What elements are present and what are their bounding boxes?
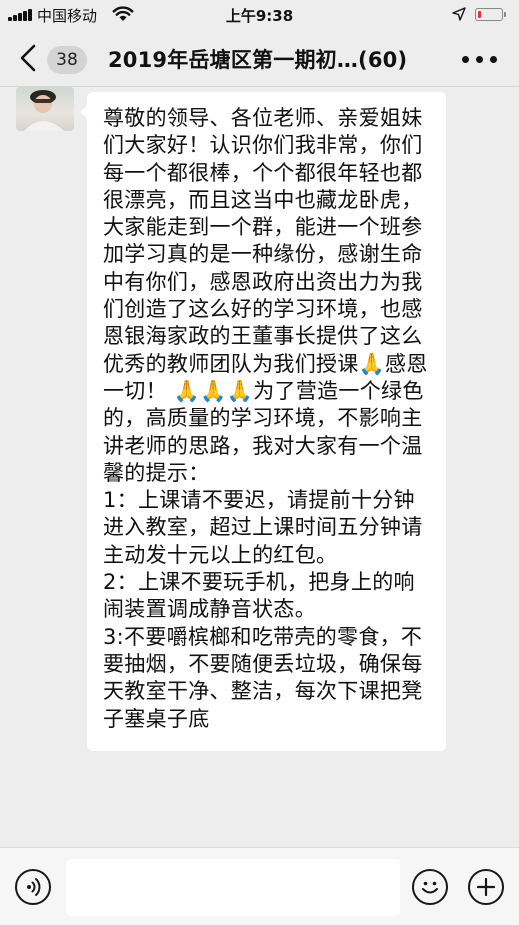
voice-wave-icon [27, 878, 41, 896]
plus-sign-icon [476, 877, 496, 897]
smiley-face-icon [422, 881, 438, 894]
unread-count-badge[interactable]: 38 [47, 46, 87, 74]
clock: 上午9:38 [225, 7, 294, 25]
input-bar [0, 847, 519, 925]
sender-avatar[interactable] [16, 87, 74, 131]
user-avatar-icon [24, 90, 64, 131]
message-text: 尊敬的领导、各位老师、亲爱姐妹们大家好！认识你们我非常，你们每一个都很棒，个个都… [103, 106, 428, 731]
message-input[interactable] [66, 859, 400, 916]
message-bubble[interactable]: 尊敬的领导、各位老师、亲爱姐妹们大家好！认识你们我非常，你们每一个都很棒，个个都… [87, 92, 446, 751]
chat-title: 2019年岳塘区第一期初…(60) [108, 48, 408, 72]
plus-icon[interactable] [468, 869, 504, 905]
chat-header: 38 2019年岳塘区第一期初…(60) [0, 30, 519, 87]
status-bar: 中国移动 上午9:38 [0, 0, 519, 30]
location-arrow-icon [452, 7, 466, 21]
message-list[interactable]: 尊敬的领导、各位老师、亲爱姐妹们大家好！认识你们我非常，你们每一个都很棒，个个都… [0, 87, 519, 847]
chevron-left-icon[interactable] [16, 42, 40, 74]
voice-icon[interactable] [15, 869, 51, 905]
emoji-icon[interactable] [412, 869, 448, 905]
battery-tip [504, 12, 506, 17]
battery-level [478, 11, 481, 18]
ellipsis-icon[interactable] [462, 56, 498, 64]
battery-icon [475, 8, 503, 21]
